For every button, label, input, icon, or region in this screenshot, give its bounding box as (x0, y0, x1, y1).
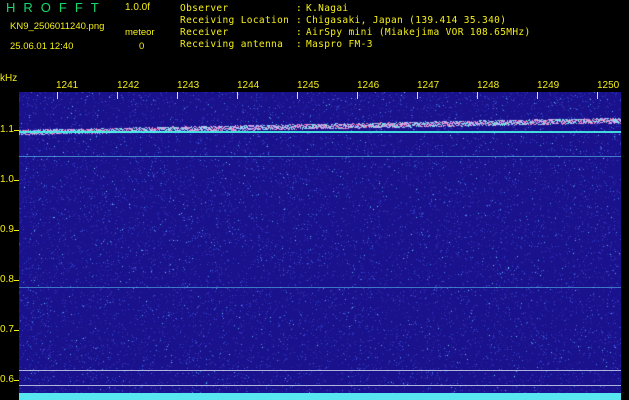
x-tick-label: 1247 (417, 80, 440, 91)
x-tick-label: 1250 (597, 80, 620, 91)
meteor-label: meteor (125, 27, 155, 38)
minute-tick (597, 92, 598, 99)
x-tick-label: 1245 (297, 80, 320, 91)
reference-line (19, 370, 621, 371)
location-key: Receiving Location (180, 15, 290, 26)
antenna-value: Maspro FM-3 (306, 39, 373, 50)
minute-tick (417, 92, 418, 99)
minute-tick (57, 92, 58, 99)
minute-tick (117, 92, 118, 99)
signal-line (19, 287, 621, 288)
noise-floor-band (19, 393, 621, 400)
minute-tick (357, 92, 358, 99)
minute-tick (177, 92, 178, 99)
observer-key: Observer (180, 3, 229, 14)
reference-line (19, 385, 621, 386)
antenna-separator: : (296, 39, 303, 50)
filename-label: KN9_2506011240.png (10, 21, 105, 32)
carrier-signal-line (19, 131, 621, 133)
x-tick-label: 1246 (357, 80, 380, 91)
spectrogram-noise (19, 92, 621, 400)
app-version: 1.0.0f (125, 2, 151, 13)
x-tick-label: 1241 (56, 80, 79, 91)
receiver-separator: : (296, 27, 303, 38)
spectrogram-plot[interactable] (19, 92, 621, 400)
minute-tick (537, 92, 538, 99)
minute-tick (477, 92, 478, 99)
meteor-count: 0 (139, 41, 145, 52)
minute-tick (237, 92, 238, 99)
observer-value: K.Nagai (306, 3, 349, 14)
x-tick-label: 1248 (477, 80, 500, 91)
receiver-key: Receiver (180, 27, 229, 38)
antenna-key: Receiving antenna (180, 39, 284, 50)
datetime-label: 25.06.01 12:40 (10, 41, 74, 52)
signal-line (19, 156, 621, 157)
x-tick-label: 1249 (537, 80, 560, 91)
receiver-value: AirSpy mini (Miakejima VOR 108.65MHz) (306, 27, 531, 38)
location-separator: : (296, 15, 303, 26)
observer-separator: : (296, 3, 303, 14)
y-axis-unit: kHz (0, 73, 18, 84)
x-tick-label: 1242 (117, 80, 140, 91)
minute-tick (297, 92, 298, 99)
app-title: HROFFT (6, 0, 107, 15)
x-tick-label: 1243 (177, 80, 200, 91)
location-value: Chigasaki, Japan (139.414 35.340) (306, 15, 507, 26)
x-tick-label: 1244 (237, 80, 260, 91)
